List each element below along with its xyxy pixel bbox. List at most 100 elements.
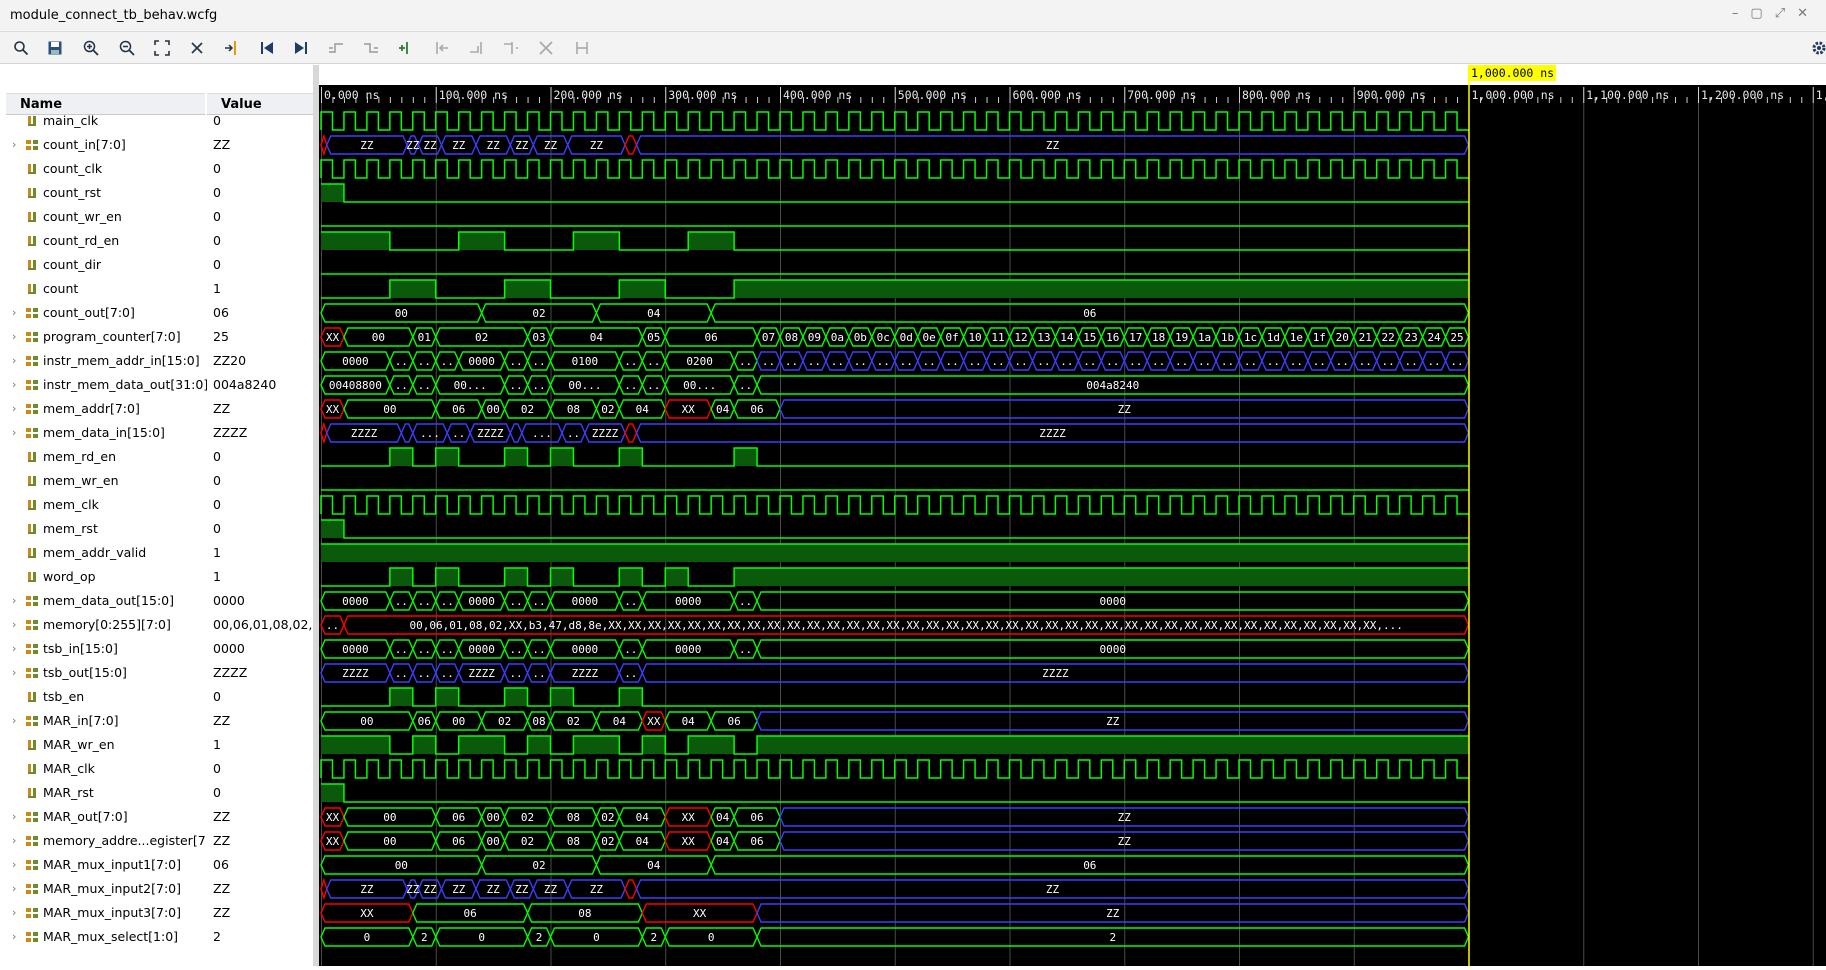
signal-row[interactable]: mem_addr_valid xyxy=(6,541,205,565)
next-transition-icon[interactable] xyxy=(360,37,382,59)
expand-chevron-icon[interactable]: › xyxy=(12,661,16,685)
signal-row[interactable]: › mem_addr[7:0] xyxy=(6,397,205,421)
signal-row[interactable]: count_dir xyxy=(6,253,205,277)
settings-icon[interactable] xyxy=(1808,37,1826,59)
expand-chevron-icon[interactable]: › xyxy=(12,373,16,397)
snap-icon[interactable] xyxy=(571,37,593,59)
expand-chevron-icon[interactable]: › xyxy=(12,925,16,949)
signal-row[interactable]: word_op xyxy=(6,565,205,589)
bus-value-label: .. xyxy=(532,379,545,392)
value-column-header[interactable]: Value xyxy=(207,93,313,115)
signal-value: 0 xyxy=(213,521,221,536)
bus-value-label: ZZZZ xyxy=(1042,667,1069,680)
save-icon[interactable] xyxy=(44,37,66,59)
float-button[interactable]: ⤢ xyxy=(1775,6,1785,21)
zoom-in-icon[interactable] xyxy=(80,37,102,59)
zoom-fit-icon[interactable] xyxy=(151,37,173,59)
bus-value-label: 08 xyxy=(567,403,580,416)
signal-row[interactable]: › tsb_in[15:0] xyxy=(6,637,205,661)
signal-row[interactable]: count xyxy=(6,277,205,301)
swap-cursor-icon[interactable] xyxy=(186,37,208,59)
bit-high-fill xyxy=(389,688,413,706)
bus-value-label: .. xyxy=(762,355,775,368)
signal-row[interactable]: › count_in[7:0] xyxy=(6,133,205,157)
go-to-time-zero-icon[interactable] xyxy=(256,37,278,59)
zoom-out-icon[interactable] xyxy=(116,37,138,59)
signal-row[interactable]: › MAR_out[7:0] xyxy=(6,805,205,829)
signal-row[interactable]: count_rst xyxy=(6,181,205,205)
signal-row[interactable]: count_wr_en xyxy=(6,205,205,229)
search-icon[interactable] xyxy=(10,37,32,59)
expand-chevron-icon[interactable]: › xyxy=(12,421,16,445)
close-button[interactable]: ✕ xyxy=(1797,6,1808,21)
bus-value-label: 0c xyxy=(877,331,890,344)
bus-value-label: 08 xyxy=(532,715,545,728)
signal-row[interactable]: › count_out[7:0] xyxy=(6,301,205,325)
signal-row[interactable]: › memory_addre...egister[7:0] xyxy=(6,829,223,853)
bus-value-label: .. xyxy=(923,355,936,368)
signal-row[interactable]: MAR_clk xyxy=(6,757,205,781)
signal-row[interactable]: MAR_rst xyxy=(6,781,205,805)
previous-marker-icon[interactable] xyxy=(431,37,453,59)
bus-signal-icon xyxy=(26,716,38,726)
signal-name: tsb_en xyxy=(43,689,85,704)
bus-signal-icon xyxy=(26,428,38,438)
signal-row[interactable]: › mem_data_out[15:0] xyxy=(6,589,205,613)
swap-markers-icon[interactable] xyxy=(500,37,522,59)
signal-row[interactable]: › MAR_mux_select[1:0] xyxy=(6,925,205,949)
signal-name: instr_mem_addr_in[15:0] xyxy=(43,353,200,368)
minimize-button[interactable]: – xyxy=(1732,6,1739,21)
expand-chevron-icon[interactable]: › xyxy=(12,397,16,421)
signal-row[interactable]: › program_counter[7:0] xyxy=(6,325,205,349)
signal-row[interactable]: mem_rd_en xyxy=(6,445,205,469)
signal-row[interactable]: count_rd_en xyxy=(6,229,205,253)
bus-value-label: 02 xyxy=(601,811,614,824)
go-to-cursor-icon[interactable] xyxy=(221,37,243,59)
bus-value-label: 004a8240 xyxy=(1086,379,1139,392)
previous-transition-icon[interactable] xyxy=(325,37,347,59)
signal-row[interactable]: › MAR_mux_input1[7:0] xyxy=(6,853,205,877)
bus-value-label: .. xyxy=(624,643,637,656)
next-marker-icon[interactable] xyxy=(465,37,487,59)
expand-chevron-icon[interactable]: › xyxy=(12,133,16,157)
signal-row[interactable]: mem_clk xyxy=(6,493,205,517)
expand-chevron-icon[interactable]: › xyxy=(12,709,16,733)
expand-chevron-icon[interactable]: › xyxy=(12,349,16,373)
expand-chevron-icon[interactable]: › xyxy=(12,877,16,901)
signal-row[interactable]: MAR_wr_en xyxy=(6,733,205,757)
bus-value-label: .. xyxy=(808,355,821,368)
delete-markers-icon[interactable] xyxy=(535,37,557,59)
bit-high-fill xyxy=(619,688,643,706)
expand-chevron-icon[interactable]: › xyxy=(12,829,16,853)
expand-chevron-icon[interactable]: › xyxy=(12,901,16,925)
signal-row[interactable]: › tsb_out[15:0] xyxy=(6,661,205,685)
restore-button[interactable]: ▢ xyxy=(1750,6,1762,21)
expand-chevron-icon[interactable]: › xyxy=(12,325,16,349)
signal-row[interactable]: › mem_data_in[15:0] xyxy=(6,421,205,445)
add-marker-icon[interactable] xyxy=(395,37,417,59)
bit-high-fill xyxy=(688,232,735,250)
expand-chevron-icon[interactable]: › xyxy=(12,637,16,661)
bus-value-label: .. xyxy=(395,379,408,392)
signal-row[interactable]: main_clk xyxy=(6,109,205,133)
expand-chevron-icon[interactable]: › xyxy=(12,853,16,877)
go-to-last-time-icon[interactable] xyxy=(290,37,312,59)
waveform-canvas[interactable]: 0.000 ns 100.000 ns 200.000 ns 300.000 ns 40… xyxy=(319,65,1826,966)
signal-row[interactable]: mem_wr_en xyxy=(6,469,205,493)
signal-row[interactable]: › MAR_in[7:0] xyxy=(6,709,205,733)
signal-row[interactable]: mem_rst xyxy=(6,517,205,541)
expand-chevron-icon[interactable]: › xyxy=(12,613,16,637)
signal-row[interactable]: count_clk xyxy=(6,157,205,181)
bus-value-label: 02 xyxy=(601,835,614,848)
signal-row[interactable]: › memory[0:255][7:0] xyxy=(6,613,205,637)
expand-chevron-icon[interactable]: › xyxy=(12,589,16,613)
bus-value-label: 04 xyxy=(636,811,650,824)
signal-row[interactable]: › instr_mem_data_out[31:0] xyxy=(6,373,208,397)
expand-chevron-icon[interactable]: › xyxy=(12,301,16,325)
signal-row[interactable]: › MAR_mux_input2[7:0] xyxy=(6,877,205,901)
expand-chevron-icon[interactable]: › xyxy=(12,805,16,829)
signal-row[interactable]: › instr_mem_addr_in[15:0] xyxy=(6,349,205,373)
bus-value-label: 0000 xyxy=(1100,643,1127,656)
signal-row[interactable]: › MAR_mux_input3[7:0] xyxy=(6,901,205,925)
signal-row[interactable]: tsb_en xyxy=(6,685,205,709)
